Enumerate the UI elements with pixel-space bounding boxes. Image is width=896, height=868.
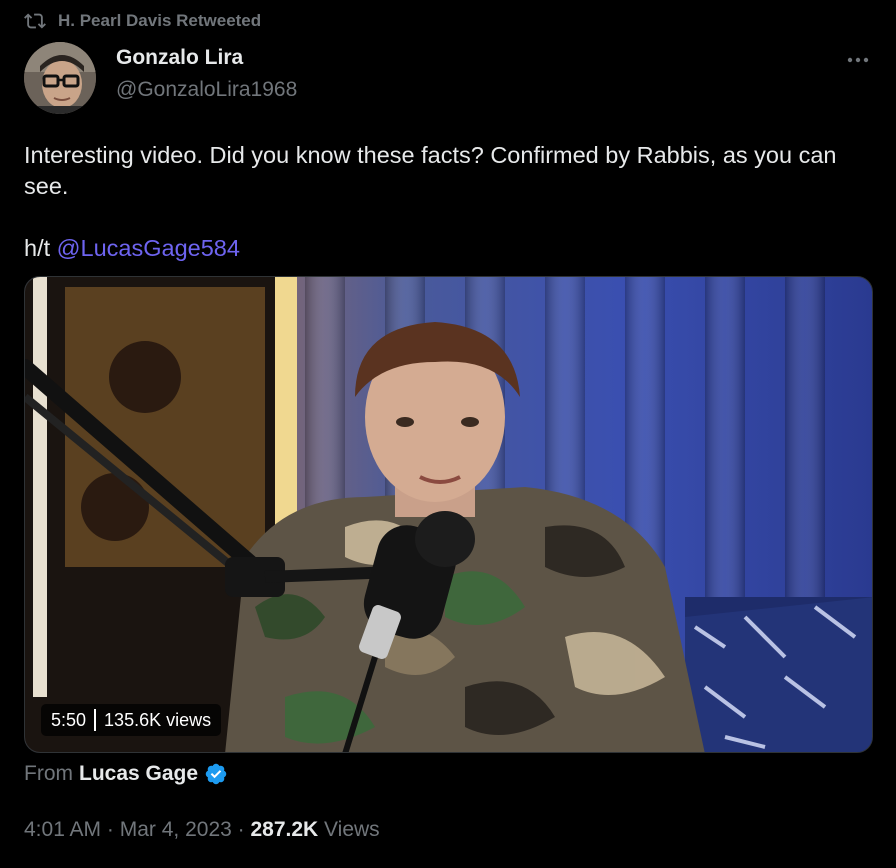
source-prefix: From xyxy=(24,762,73,785)
more-icon xyxy=(847,57,869,63)
video-duration: 5:50 xyxy=(51,709,87,730)
mention-link[interactable]: @LucasGage584 xyxy=(57,235,240,261)
video-thumbnail xyxy=(25,277,872,752)
source-attribution: From Lucas Gage xyxy=(24,762,228,786)
retweet-indicator[interactable]: H. Pearl Davis Retweeted xyxy=(24,10,261,32)
more-options-button[interactable] xyxy=(844,50,872,70)
meta-separator: · xyxy=(101,818,120,841)
avatar-image xyxy=(24,42,96,114)
meta-separator-2: · xyxy=(231,818,251,841)
video-info-badge: 5:50 135.6K views xyxy=(41,704,222,736)
video-player[interactable]: 5:50 135.6K views xyxy=(24,276,873,753)
views-label: Views xyxy=(318,818,380,841)
hat-tip-line: h/t @LucasGage584 xyxy=(24,233,854,264)
video-views: 135.6K views xyxy=(104,709,212,730)
hat-tip-prefix: h/t xyxy=(24,235,57,261)
verified-badge-icon xyxy=(205,763,227,785)
author-name[interactable]: Gonzalo Lira xyxy=(116,46,243,70)
author-handle[interactable]: @GonzaloLira1968 xyxy=(116,78,297,102)
tweet-text-line: Interesting video. Did you know these fa… xyxy=(24,142,837,199)
badge-divider xyxy=(94,709,97,731)
tweet-date[interactable]: Mar 4, 2023 xyxy=(120,818,232,841)
tweet-metadata: 4:01 AM · Mar 4, 2023 · 287.2K Views xyxy=(24,818,380,842)
avatar[interactable] xyxy=(24,42,96,114)
tweet-page: H. Pearl Davis Retweeted Gonzalo Lira @G… xyxy=(0,0,896,868)
retweet-icon xyxy=(24,13,46,29)
view-count: 287.2K xyxy=(250,818,319,841)
retweet-label: H. Pearl Davis Retweeted xyxy=(58,11,262,30)
tweet-text: Interesting video. Did you know these fa… xyxy=(24,140,854,264)
source-name-link[interactable]: Lucas Gage xyxy=(79,762,198,786)
tweet-time[interactable]: 4:01 AM xyxy=(24,818,101,841)
